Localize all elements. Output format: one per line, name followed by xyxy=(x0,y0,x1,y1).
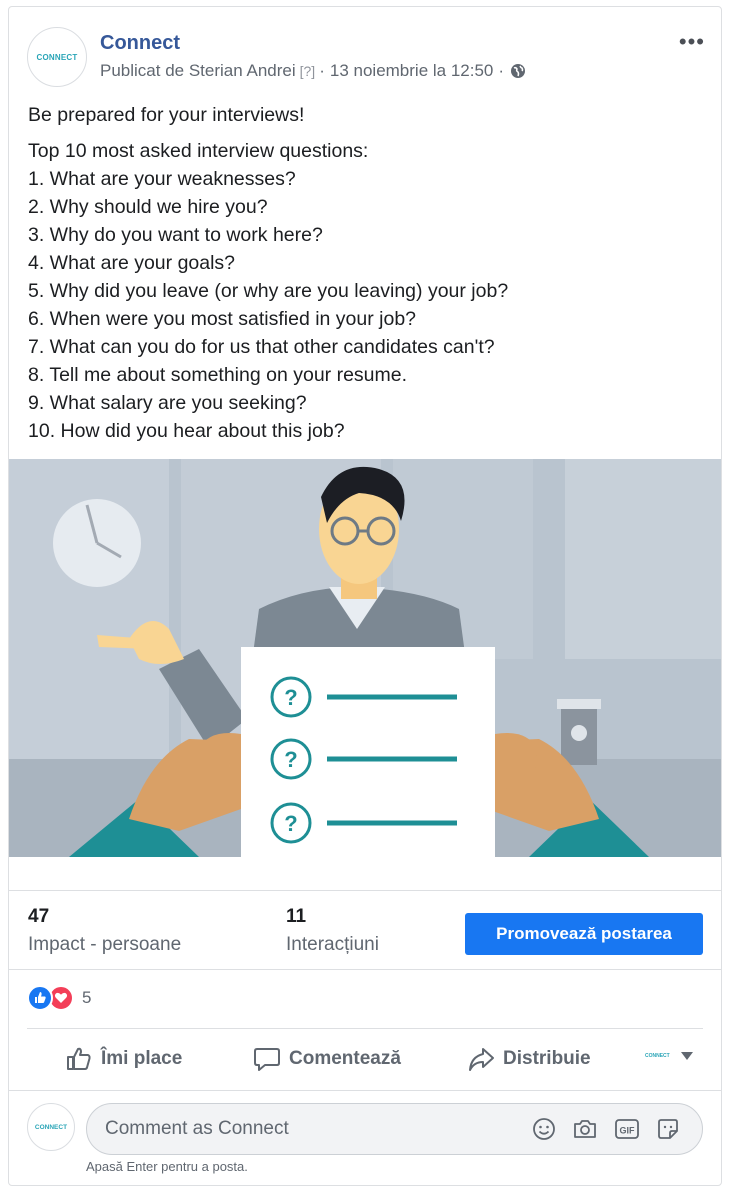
camera-icon[interactable] xyxy=(572,1116,598,1142)
page-avatar[interactable]: CONNECT xyxy=(27,27,87,87)
post-meta: Publicat de Sterian Andrei [?] · 13 noie… xyxy=(100,61,526,81)
comment-composer[interactable]: GIF xyxy=(86,1103,703,1155)
emoji-icon[interactable] xyxy=(531,1116,557,1142)
reactions-summary[interactable]: 5 xyxy=(27,985,91,1011)
question-item: 1. What are your weaknesses? xyxy=(28,168,296,190)
share-arrow-icon xyxy=(469,1048,494,1071)
help-marker[interactable]: [?] xyxy=(300,63,316,79)
engagement-label: Interacțiuni xyxy=(286,934,379,955)
meta-separator: · xyxy=(319,61,325,80)
question-item: 10. How did you hear about this job? xyxy=(28,420,345,442)
engagement-stat[interactable]: 11 Interacțiuni xyxy=(286,906,379,956)
page-mini-logo: CONNECT xyxy=(645,1053,670,1059)
share-label: Distribuie xyxy=(503,1048,591,1069)
question-item: 7. What can you do for us that other can… xyxy=(28,336,495,358)
post-image[interactable]: ? ? ? xyxy=(9,459,721,857)
comment-icon xyxy=(254,1048,280,1071)
reach-stat[interactable]: 47 Impact - persoane xyxy=(28,906,181,956)
post-actions: Îmi place Comentează Distribuie xyxy=(9,1037,721,1081)
divider xyxy=(9,1090,721,1091)
divider xyxy=(27,1028,703,1029)
gif-icon-label: GIF xyxy=(620,1126,636,1136)
gif-icon[interactable]: GIF xyxy=(614,1116,640,1142)
comment-button[interactable]: Comentează xyxy=(253,1037,401,1081)
page-name-link[interactable]: Connect xyxy=(100,32,180,55)
commenter-avatar[interactable]: CONNECT xyxy=(27,1103,75,1151)
question-item: 2. Why should we hire you? xyxy=(28,196,268,218)
post-headline: Be prepared for your interviews! xyxy=(28,104,305,126)
comment-input[interactable] xyxy=(105,1104,505,1154)
thumbs-up-icon xyxy=(67,1047,91,1070)
post-list-title: Top 10 most asked interview questions: xyxy=(28,140,369,162)
like-button[interactable]: Îmi place xyxy=(65,1037,182,1081)
reach-label: Impact - persoane xyxy=(28,934,182,955)
like-label: Îmi place xyxy=(101,1048,183,1069)
comment-hint: Apasă Enter pentru a posta. xyxy=(86,1159,248,1174)
more-options-icon[interactable]: ••• xyxy=(679,29,705,55)
question-item: 4. What are your goals? xyxy=(28,252,236,274)
divider xyxy=(9,890,721,891)
divider xyxy=(9,969,721,970)
question-mark-1: ? xyxy=(284,685,297,710)
comment-label: Comentează xyxy=(289,1048,401,1069)
promote-post-button[interactable]: Promovează postarea xyxy=(465,913,703,955)
question-item: 8. Tell me about something on your resum… xyxy=(28,364,408,386)
page-logo: CONNECT xyxy=(36,52,78,62)
reach-value: 47 xyxy=(28,906,50,927)
commenter-logo: CONNECT xyxy=(34,1123,68,1131)
engagement-value: 11 xyxy=(286,906,307,927)
question-item: 6. When were you most satisfied in your … xyxy=(28,308,417,330)
question-item: 3. Why do you want to work here? xyxy=(28,224,323,246)
post-text: Be prepared for your interviews! Top 10 … xyxy=(28,101,708,445)
audience-selector[interactable]: CONNECT xyxy=(645,1051,694,1061)
question-item: 5. Why did you leave (or why are you lea… xyxy=(28,280,509,302)
question-item: 9. What salary are you seeking? xyxy=(28,392,307,414)
reaction-count: 5 xyxy=(82,988,92,1007)
meta-separator-2: · xyxy=(498,61,505,80)
post-timestamp[interactable]: 13 noiembrie la 12:50 xyxy=(330,61,494,81)
published-by[interactable]: Publicat de Sterian Andrei xyxy=(100,61,296,81)
sticker-icon[interactable] xyxy=(655,1116,681,1142)
like-reaction-icon xyxy=(27,985,53,1011)
interview-illustration: ? ? ? xyxy=(9,459,721,857)
caret-down-icon xyxy=(680,1052,693,1060)
question-mark-2: ? xyxy=(284,747,297,772)
share-button[interactable]: Distribuie xyxy=(467,1037,591,1081)
globe-icon[interactable] xyxy=(510,63,526,79)
post-card: CONNECT Connect Publicat de Sterian Andr… xyxy=(8,6,722,1186)
question-mark-3: ? xyxy=(284,811,297,836)
